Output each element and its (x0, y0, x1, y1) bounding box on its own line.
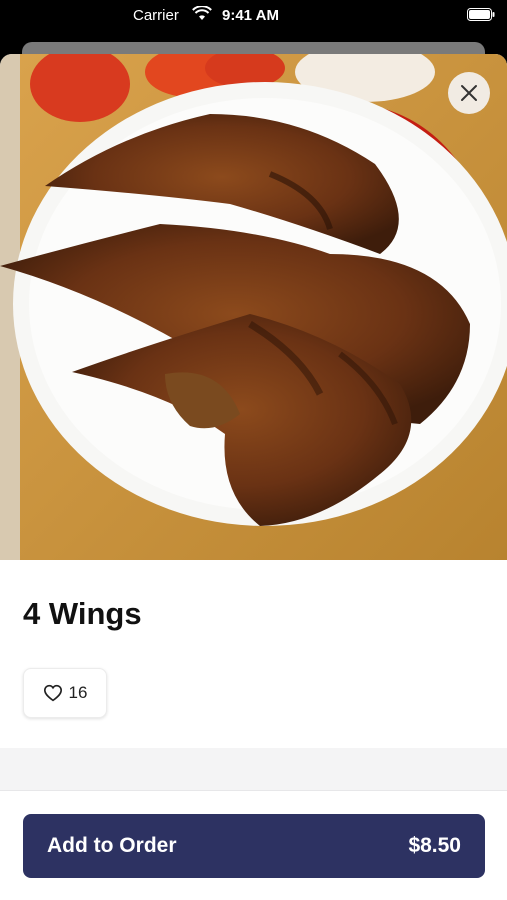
heart-outline-icon (43, 684, 62, 702)
like-button[interactable]: 16 (23, 668, 107, 718)
close-button[interactable] (448, 72, 490, 114)
item-title: 4 Wings (23, 596, 142, 631)
item-detail-sheet: 4 Wings 16 Add to Order $8.50 (0, 54, 507, 900)
clock: 9:41 AM (222, 7, 279, 24)
order-price: $8.50 (408, 834, 461, 857)
section-divider (0, 748, 507, 790)
status-bar: Carrier 9:41 AM (0, 0, 507, 34)
wifi-icon (192, 6, 212, 20)
like-count: 16 (68, 683, 88, 702)
footer-divider (0, 790, 507, 791)
add-to-order-label: Add to Order (47, 834, 177, 857)
battery-icon (467, 8, 495, 21)
close-icon (461, 85, 477, 101)
carrier-label: Carrier (133, 7, 179, 24)
food-photo (0, 54, 507, 560)
add-to-order-button[interactable]: Add to Order $8.50 (23, 814, 485, 878)
